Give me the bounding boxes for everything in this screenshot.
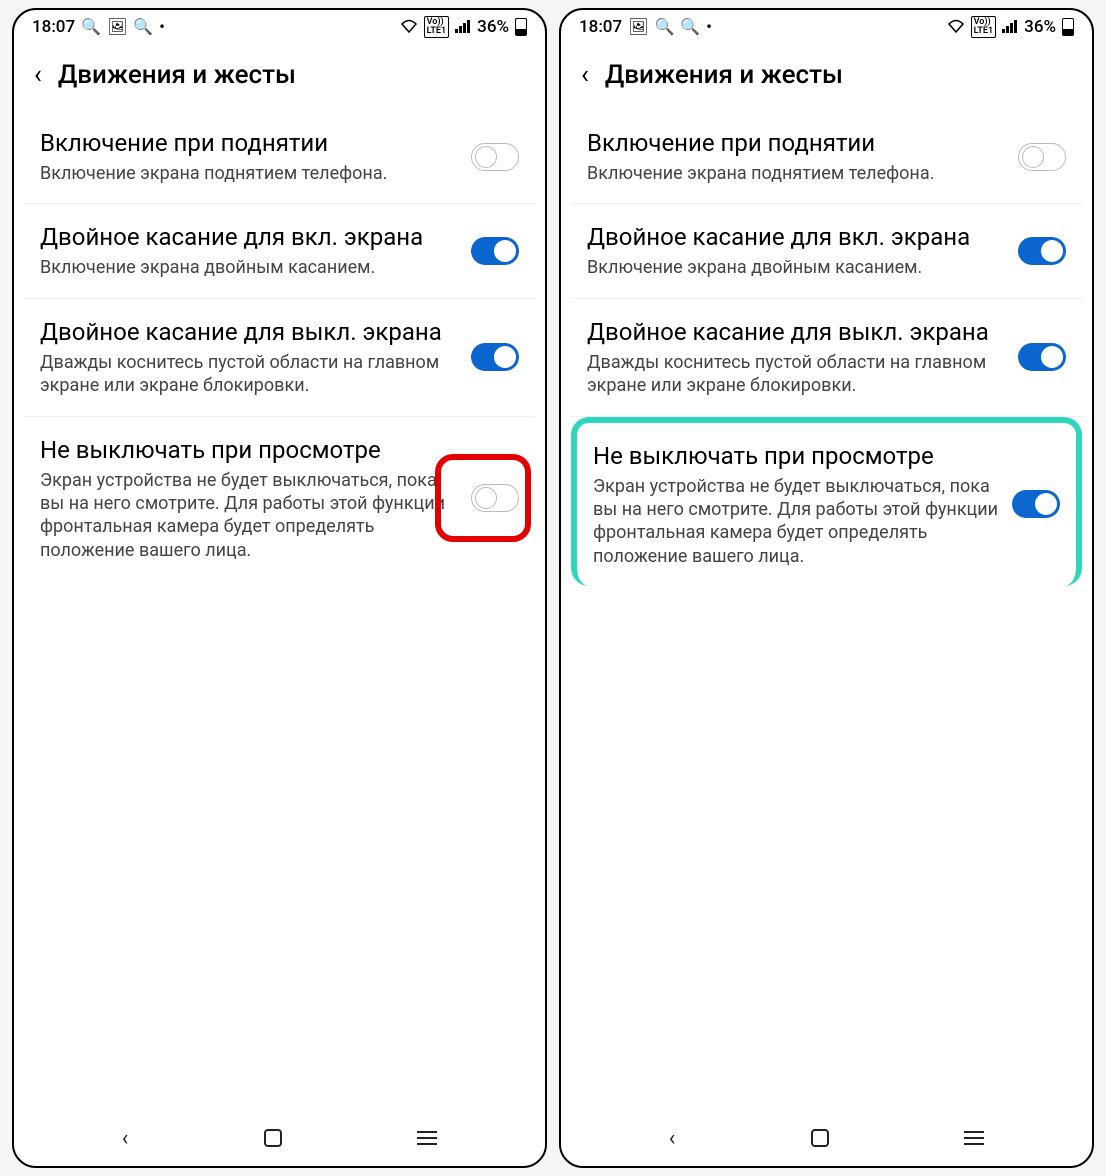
setting-lift-to-wake[interactable]: Включение при поднятии Включение экрана … [24, 110, 535, 204]
setting-desc: Включение экрана двойным касанием. [587, 256, 1006, 279]
nav-recents[interactable] [964, 1131, 984, 1145]
signal-icon [455, 19, 471, 36]
setting-desc: Включение экрана поднятием телефона. [587, 162, 1006, 185]
setting-title: Не выключать при просмотре [593, 441, 1000, 471]
signal-icon [1002, 19, 1018, 36]
toggle-lift-to-wake[interactable] [471, 143, 519, 171]
setting-desc: Дважды коснитесь пустой области на главн… [587, 351, 1006, 398]
dot-icon: • [159, 19, 165, 35]
status-left: 18:07 🔍 🖼 🔍 • [32, 17, 165, 37]
nav-recents[interactable] [417, 1131, 437, 1145]
search-icon: 🔍 [680, 19, 700, 35]
setting-text: Не выключать при просмотре Экран устройс… [40, 435, 471, 563]
back-button[interactable]: ‹ [581, 62, 589, 88]
nav-back[interactable]: ‹ [122, 1126, 129, 1151]
phone-right: 18:07 🖼 🔍 🔍 • Vo))LTE1 36% ‹ Движения и … [559, 8, 1094, 1168]
toggle-double-tap-off[interactable] [471, 343, 519, 371]
back-button[interactable]: ‹ [34, 62, 42, 88]
volte-icon: Vo))LTE1 [971, 16, 997, 38]
setting-title: Не выключать при просмотре [40, 435, 459, 465]
toggle-lift-to-wake[interactable] [1018, 143, 1066, 171]
setting-smart-stay[interactable]: Не выключать при просмотре Экран устройс… [24, 417, 535, 581]
nav-home[interactable] [264, 1129, 282, 1147]
status-left: 18:07 🖼 🔍 🔍 • [579, 17, 712, 37]
battery-icon [515, 18, 527, 36]
toggle-smart-stay[interactable] [1012, 490, 1060, 518]
setting-text: Не выключать при просмотре Экран устройс… [593, 441, 1012, 569]
setting-text: Двойное касание для вкл. экрана Включени… [587, 222, 1018, 279]
wifi-icon [400, 19, 418, 36]
status-right: Vo))LTE1 36% [947, 16, 1074, 38]
status-time: 18:07 [32, 17, 75, 37]
setting-text: Двойное касание для выкл. экрана Дважды … [587, 317, 1018, 398]
volte-icon: Vo))LTE1 [424, 16, 450, 38]
settings-list: Включение при поднятии Включение экрана … [24, 110, 535, 1078]
settings-list: Включение при поднятии Включение экрана … [571, 110, 1082, 1078]
setting-desc: Включение экрана поднятием телефона. [40, 162, 459, 185]
page-header: ‹ Движения и жесты [14, 44, 545, 104]
setting-double-tap-on[interactable]: Двойное касание для вкл. экрана Включени… [24, 204, 535, 298]
search-icon: 🔍 [81, 19, 101, 35]
toggle-double-tap-on[interactable] [1018, 237, 1066, 265]
setting-text: Включение при поднятии Включение экрана … [587, 128, 1018, 185]
dot-icon: • [706, 19, 712, 35]
setting-title: Двойное касание для вкл. экрана [40, 222, 459, 252]
setting-desc: Экран устройства не будет выключаться, п… [593, 475, 1000, 569]
setting-title: Двойное касание для выкл. экрана [40, 317, 459, 347]
search-icon: 🔍 [133, 19, 153, 35]
setting-double-tap-on[interactable]: Двойное касание для вкл. экрана Включени… [571, 204, 1082, 298]
search-icon: 🔍 [654, 19, 674, 35]
nav-bar: ‹ [14, 1110, 545, 1166]
status-bar: 18:07 🖼 🔍 🔍 • Vo))LTE1 36% [561, 10, 1092, 44]
nav-bar: ‹ [561, 1110, 1092, 1166]
image-icon: 🖼 [628, 19, 648, 35]
status-bar: 18:07 🔍 🖼 🔍 • Vo))LTE1 36% [14, 10, 545, 44]
status-time: 18:07 [579, 17, 622, 37]
setting-text: Включение при поднятии Включение экрана … [40, 128, 471, 185]
setting-desc: Экран устройства не будет выключаться, п… [40, 469, 459, 563]
phone-left: 18:07 🔍 🖼 🔍 • Vo))LTE1 36% ‹ Движения и … [12, 8, 547, 1168]
setting-text: Двойное касание для выкл. экрана Дважды … [40, 317, 471, 398]
page-title: Движения и жесты [58, 60, 296, 90]
setting-double-tap-off[interactable]: Двойное касание для выкл. экрана Дважды … [24, 299, 535, 417]
setting-lift-to-wake[interactable]: Включение при поднятии Включение экрана … [571, 110, 1082, 204]
battery-pct: 36% [1024, 17, 1056, 37]
battery-icon [1062, 18, 1074, 36]
setting-smart-stay[interactable]: Не выключать при просмотре Экран устройс… [571, 417, 1082, 587]
toggle-double-tap-on[interactable] [471, 237, 519, 265]
page-title: Движения и жесты [605, 60, 843, 90]
setting-title: Включение при поднятии [40, 128, 459, 158]
next-setting-peek [24, 1088, 535, 1110]
setting-title: Двойное касание для выкл. экрана [587, 317, 1006, 347]
next-setting-peek [571, 1088, 1082, 1110]
setting-text: Двойное касание для вкл. экрана Включени… [40, 222, 471, 279]
toggle-double-tap-off[interactable] [1018, 343, 1066, 371]
setting-desc: Включение экрана двойным касанием. [40, 256, 459, 279]
image-icon: 🖼 [107, 19, 127, 35]
status-right: Vo))LTE1 36% [400, 16, 527, 38]
nav-back[interactable]: ‹ [669, 1126, 676, 1151]
setting-desc: Дважды коснитесь пустой области на главн… [40, 351, 459, 398]
setting-title: Двойное касание для вкл. экрана [587, 222, 1006, 252]
nav-home[interactable] [811, 1129, 829, 1147]
wifi-icon [947, 19, 965, 36]
page-header: ‹ Движения и жесты [561, 44, 1092, 104]
setting-title: Включение при поднятии [587, 128, 1006, 158]
battery-pct: 36% [477, 17, 509, 37]
toggle-smart-stay[interactable] [471, 484, 519, 512]
setting-double-tap-off[interactable]: Двойное касание для выкл. экрана Дважды … [571, 299, 1082, 417]
